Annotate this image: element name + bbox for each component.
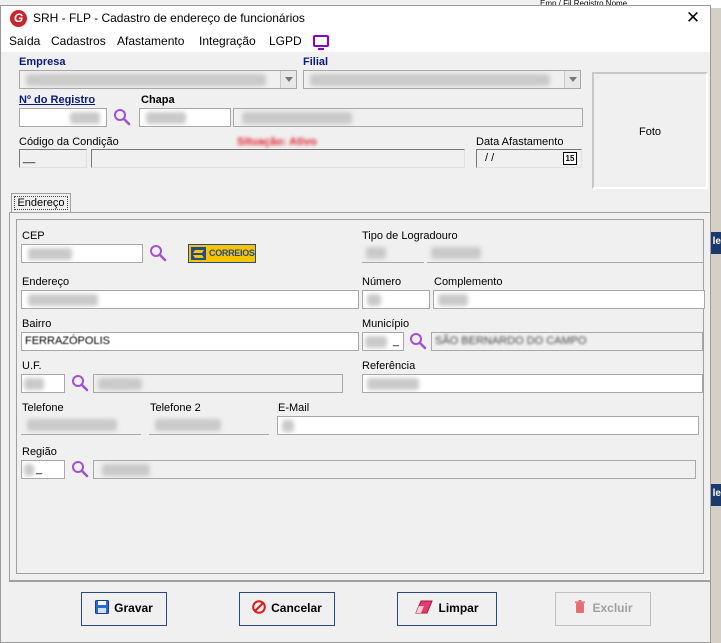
empresa-label: Empresa [19,56,66,68]
chevron-down-icon[interactable] [564,71,580,88]
uf-name-field [93,374,343,393]
data-afastamento-value: / / [485,152,495,164]
photo-frame: Foto [592,72,708,189]
cancelar-label: Cancelar [271,601,322,615]
calendar-icon[interactable]: 15 [563,152,577,165]
data-afastamento-input[interactable]: / / 15 [476,149,582,168]
menu-saida[interactable]: Saída [9,34,40,48]
municipio-name-value: SÃO BERNARDO DO CAMPO [435,335,587,347]
telefone2-label: Telefone 2 [150,402,201,414]
registro-label: Nº do Registro [19,94,96,106]
close-button[interactable]: ✕ [682,7,704,29]
correios-button[interactable]: CORREIOS [188,244,256,263]
photo-label: Foto [638,126,661,138]
telefone2-input[interactable] [149,416,269,435]
numero-label: Número [362,276,402,288]
limpar-button[interactable]: Limpar [397,592,497,626]
registro-input[interactable] [19,108,107,127]
municipio-code-value: _ [392,335,399,347]
endereco-input[interactable] [21,290,359,309]
window-title: SRH - FLP - Cadastro de endereço de func… [33,11,305,25]
complemento-label: Complemento [434,276,503,288]
bairro-input[interactable]: FERRAZÓPOLIS [21,332,359,351]
data-afastamento-label: Data Afastamento [476,136,564,148]
tipo-logradouro-code[interactable] [362,244,424,263]
bairro-label: Bairro [22,318,52,330]
cep-input[interactable] [21,244,143,263]
cancel-icon [252,600,266,614]
cep-label: CEP [22,230,45,242]
app-logo-icon: G [10,10,27,27]
search-icon[interactable] [113,108,131,126]
search-icon[interactable] [71,374,89,392]
situacao-status: Situação: Ativo [237,136,317,148]
dialog-window: G SRH - FLP - Cadastro de endereço de fu… [0,5,711,643]
footer-divider [9,581,711,582]
chapa-label: Chapa [141,94,175,106]
tab-endereco[interactable]: Endereço [11,193,71,213]
tab-panel-endereco: CEP CORREIOS Tipo de Logradouro Endereço [9,212,711,581]
regiao-label: Região [22,446,57,458]
menu-integracao[interactable]: Integração [199,34,256,48]
referencia-label: Referência [362,360,416,372]
condicao-descricao-field [91,149,465,168]
regiao-name-field [93,460,696,479]
correios-logo-icon [191,247,206,260]
menu-lgpd[interactable]: LGPD [269,34,302,48]
gravar-label: Gravar [114,601,153,615]
municipio-code-input[interactable]: _ [362,332,404,351]
municipio-name-field: SÃO BERNARDO DO CAMPO [431,332,703,351]
address-group: CEP CORREIOS Tipo de Logradouro Endereço [16,219,705,574]
uf-input[interactable] [21,374,65,393]
filial-select[interactable] [303,70,581,89]
menu-bar: Saída Cadastros Afastamento Integração L… [1,30,710,52]
municipio-label: Município [362,318,410,330]
tab-endereco-label: Endereço [14,196,68,210]
telefone-label: Telefone [22,402,64,414]
tipo-logradouro-label: Tipo de Logradouro [362,230,458,242]
search-icon[interactable] [149,244,167,262]
chapa-input[interactable] [139,108,231,127]
save-icon [95,600,110,614]
regiao-code-value: _ [36,463,43,475]
gravar-button[interactable]: Gravar [81,592,167,626]
filial-label: Filial [303,56,329,68]
menu-cadastros[interactable]: Cadastros [51,34,106,48]
empresa-select[interactable] [19,70,297,89]
email-input[interactable] [277,416,699,435]
eraser-icon [415,600,434,614]
title-bar: G SRH - FLP - Cadastro de endereço de fu… [1,6,710,30]
telefone-input[interactable] [21,416,141,435]
complemento-input[interactable] [433,290,705,309]
limpar-label: Limpar [438,601,479,615]
cancelar-button[interactable]: Cancelar [239,592,335,626]
nome-funcionario-field [233,108,583,127]
menu-afastamento[interactable]: Afastamento [117,34,184,48]
search-icon[interactable] [409,332,427,350]
email-label: E-Mail [278,402,310,414]
regiao-input[interactable]: _ [21,460,65,479]
tipo-logradouro-descricao [427,244,703,263]
chevron-down-icon[interactable] [280,71,296,88]
monitor-icon[interactable] [313,35,329,50]
endereco-label: Endereço [22,276,70,288]
codigo-condicao-input[interactable]: __ [19,149,87,168]
excluir-button[interactable]: Excluir [555,592,651,626]
trash-icon [575,600,586,613]
uf-label: U.F. [22,360,42,372]
referencia-input[interactable] [362,374,703,393]
search-icon[interactable] [71,460,89,478]
bairro-value: FERRAZÓPOLIS [25,335,110,347]
excluir-label: Excluir [592,601,633,615]
codigo-condicao-label: Código da Condição [19,136,119,148]
correios-label: CORREIOS [209,248,255,258]
numero-input[interactable] [362,290,430,309]
